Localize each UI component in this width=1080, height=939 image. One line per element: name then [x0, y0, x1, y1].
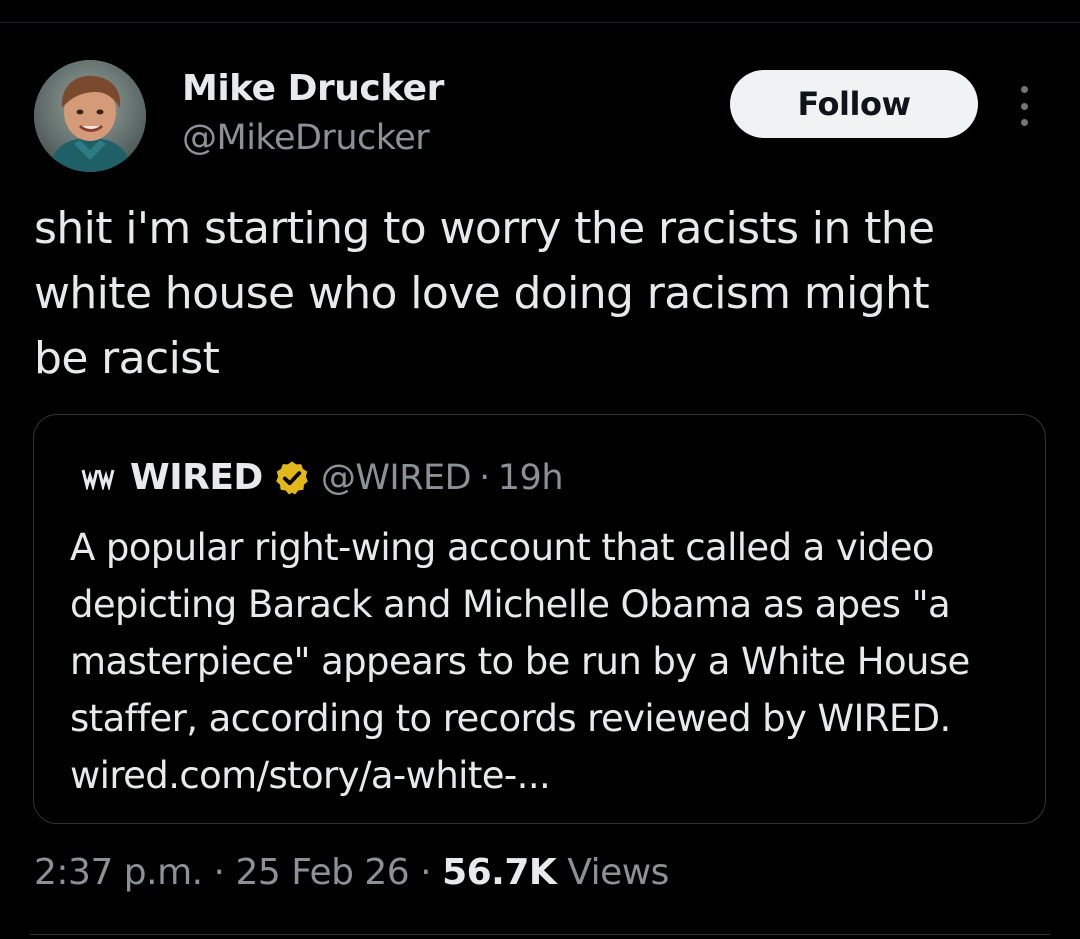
more-dot-icon	[1020, 119, 1028, 126]
views-count[interactable]: 56.7K	[442, 852, 557, 893]
top-divider	[0, 22, 1080, 23]
profile-photo-icon	[34, 60, 146, 172]
tweet-line: white house who love doing racism might	[34, 268, 930, 319]
author-handle[interactable]: @MikeDrucker	[182, 118, 430, 158]
bottom-divider	[30, 934, 1050, 935]
quoted-tweet-card[interactable]: WIRED @WIRED · 19h A popular right-wing …	[33, 414, 1046, 824]
quoted-author-handle[interactable]: @WIRED	[321, 458, 472, 498]
quoted-tweet-text: A popular right-wing account that called…	[70, 519, 1030, 804]
tweet-time[interactable]: 2:37 p.m.	[34, 852, 203, 893]
author-avatar[interactable]	[34, 60, 146, 172]
quoted-author-name[interactable]: WIRED	[130, 457, 263, 498]
dot-separator: ·	[420, 852, 432, 893]
quote-line: depicting Barack and Michelle Obama as a…	[70, 583, 951, 626]
wired-logo-icon	[81, 469, 115, 490]
tweet-metadata: 2:37 p.m. · 25 Feb 26 · 56.7K Views	[34, 852, 669, 893]
dot-separator: ·	[479, 457, 490, 498]
quoted-tweet-time[interactable]: 19h	[498, 458, 564, 498]
views-label: Views	[567, 852, 669, 893]
quote-line: staffer, according to records reviewed b…	[70, 697, 951, 740]
more-dot-icon	[1020, 86, 1028, 93]
verified-badge-icon	[275, 460, 308, 494]
quote-line: A popular right-wing account that called…	[70, 526, 935, 569]
quote-line: masterpiece" appears to be run by a Whit…	[70, 640, 970, 683]
tweet-text: shit i'm starting to worry the racists i…	[34, 196, 1044, 391]
author-name[interactable]: Mike Drucker	[182, 68, 444, 109]
tweet-date[interactable]: 25 Feb 26	[235, 852, 409, 893]
tweet-line: be racist	[34, 333, 220, 384]
tweet-line: shit i'm starting to worry the racists i…	[34, 203, 935, 254]
more-dot-icon	[1020, 102, 1028, 110]
quoted-tweet-header: WIRED @WIRED · 19h	[80, 457, 564, 498]
follow-button[interactable]: Follow	[730, 70, 978, 138]
dot-separator: ·	[213, 852, 225, 893]
quote-link[interactable]: wired.com/story/a-white-...	[70, 747, 1030, 804]
more-options-button[interactable]	[1008, 86, 1040, 126]
